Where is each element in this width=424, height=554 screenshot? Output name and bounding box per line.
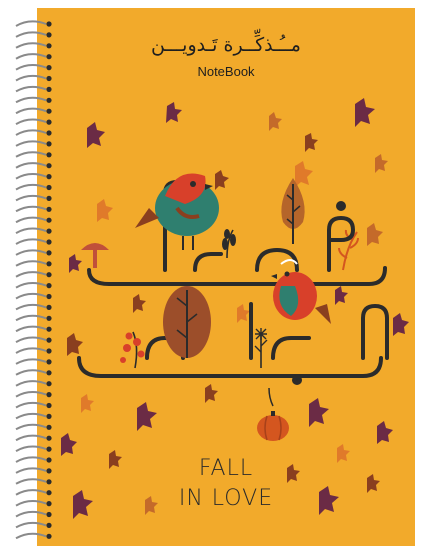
flower-icon <box>254 328 268 368</box>
slogan-line-2: IN LOVE <box>178 486 274 511</box>
art-arabic-text <box>77 179 389 385</box>
bird-icon <box>271 259 331 324</box>
pumpkin-icon <box>257 387 289 441</box>
bird-icon <box>135 173 219 250</box>
berry-branch-icon <box>120 331 145 369</box>
tree-icon <box>281 178 305 244</box>
wheat-icon <box>222 229 236 259</box>
slogan-line-1: FALL <box>198 456 254 481</box>
mushroom-icon <box>81 243 109 268</box>
tree-icon <box>163 286 211 358</box>
